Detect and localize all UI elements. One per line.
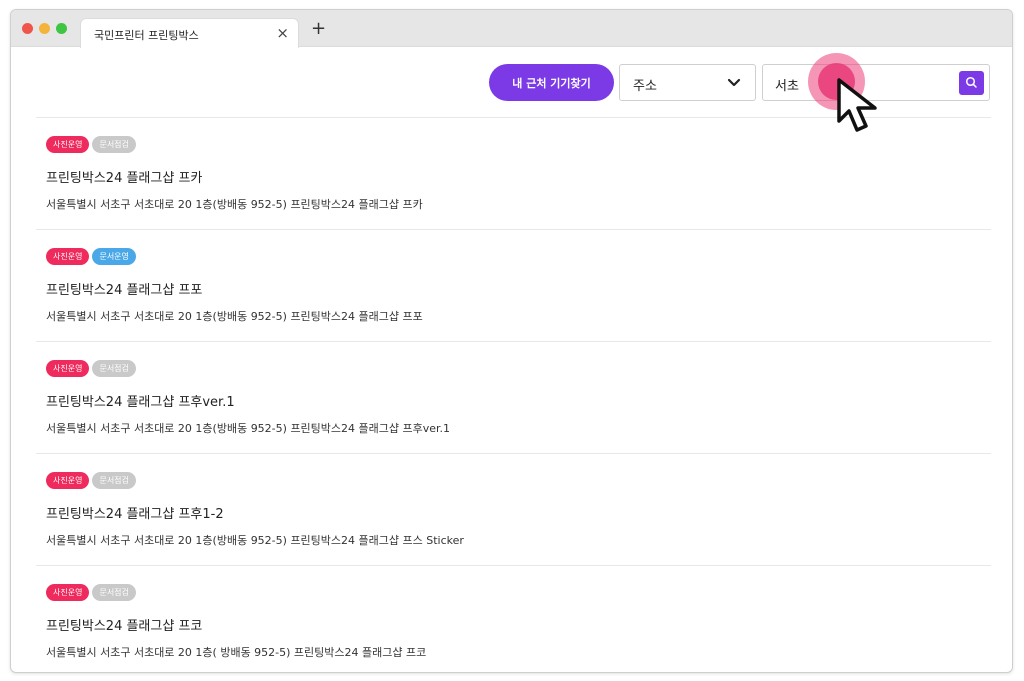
status-badge: 사진운영 (46, 472, 90, 489)
status-badge: 사진운영 (46, 248, 90, 265)
location-address: 서울특별시 서초구 서초대로 20 1층(방배동 952-5) 프린팅박스24 … (46, 534, 464, 547)
location-title: 프린팅박스24 플래그샵 프카 (46, 171, 203, 186)
list-item[interactable]: 사진운영 문서점검프린팅박스24 플래그샵 프후1-2 서울특별시 서초구 서초대로… (36, 454, 991, 566)
location-title: 프린팅박스24 플래그샵 프후1-2 (46, 507, 224, 522)
list-item[interactable]: 사진운영 문서점검프린팅박스24 플래그샵 프후ver.1 서울특별시 서초구 서초… (36, 342, 991, 454)
location-address: 서울특별시 서초구 서초대로 20 1층( 방배동 952-5) 프린팅박스24… (46, 646, 427, 659)
browser-tab[interactable]: 국민프린터 프린팅박스 × (80, 18, 299, 48)
status-badge: 문서점검 (92, 584, 136, 601)
chevron-down-icon (727, 78, 741, 87)
status-badge: 문서점검 (92, 472, 136, 489)
browser-titlebar: 국민프린터 프린팅박스 × + (11, 10, 1012, 48)
new-tab-icon[interactable]: + (311, 19, 326, 39)
list-item[interactable]: 사진운영 문서점검프린팅박스24 플래그샵 프코서울특별시 서초구 서초대로 20… (36, 566, 991, 672)
minimize-window-dot[interactable] (39, 23, 50, 34)
status-badges: 사진운영 문서점검 (46, 472, 139, 489)
pointer-cursor-icon (837, 78, 877, 132)
location-address: 서울특별시 서초구 서초대로 20 1층(방배동 952-5) 프린팅박스24 … (46, 422, 451, 435)
status-badges: 사진운영 문서점검 (46, 584, 139, 601)
tab-title: 국민프린터 프린팅박스 (94, 29, 199, 42)
location-title: 프린팅박스24 플래그샵 프포 (46, 283, 203, 298)
location-address: 서울특별시 서초구 서초대로 20 1층(방배동 952-5) 프린팅박스24 … (46, 310, 423, 323)
location-title: 프린팅박스24 플래그샵 프코 (46, 619, 203, 634)
status-badge: 문서점검 (92, 136, 136, 153)
tab-close-icon[interactable]: × (276, 24, 289, 42)
location-title: 프린팅박스24 플래그샵 프후ver.1 (46, 395, 235, 410)
status-badges: 사진운영 문서점검 (46, 360, 139, 377)
location-address: 서울특별시 서초구 서초대로 20 1층(방배동 952-5) 프린팅박스24 … (46, 198, 423, 211)
maximize-window-dot[interactable] (56, 23, 67, 34)
status-badge: 문서점검 (92, 360, 136, 377)
search-type-value: 주소 (633, 79, 657, 94)
search-type-select[interactable]: 주소 (619, 64, 756, 101)
status-badges: 사진운영 문서점검 (46, 136, 139, 153)
status-badge: 사진운영 (46, 584, 90, 601)
status-badges: 사진운영 문서운영 (46, 248, 139, 265)
results-list: 사진운영 문서점검 프린팅박스24 플래그샵 프카 서울특별시 서초구 서초대로 20… (36, 117, 991, 672)
close-window-dot[interactable] (22, 23, 33, 34)
search-button[interactable] (959, 71, 984, 95)
find-nearby-device-button[interactable]: 내 근처 기기찾기 (489, 64, 614, 101)
search-icon (965, 76, 977, 88)
search-input[interactable]: 서초 (775, 75, 799, 94)
status-badge: 사진운영 (46, 136, 90, 153)
list-item[interactable]: 사진운영 문서운영프린팅박스24 플래그샵 프포서울특별시 서초구 서초대로 20… (36, 230, 991, 342)
status-badge: 문서운영 (92, 248, 136, 265)
status-badge: 사진운영 (46, 360, 90, 377)
